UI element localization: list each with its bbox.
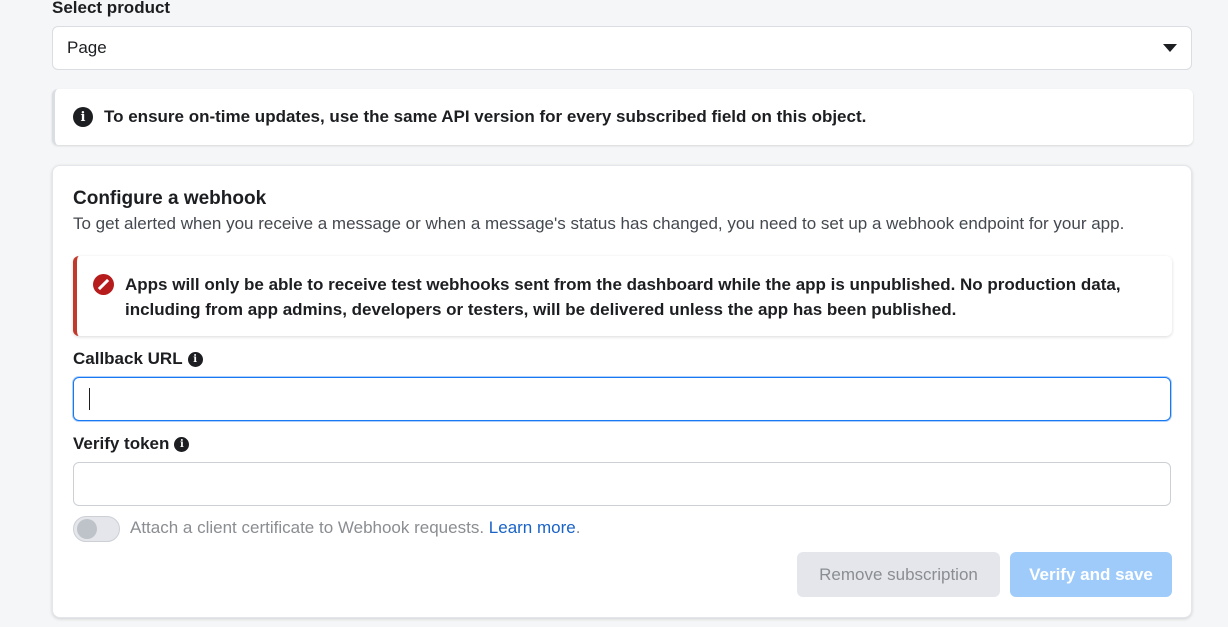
select-product-label: Select product	[52, 0, 171, 17]
verify-token-info-icon[interactable]: i	[174, 436, 190, 452]
blocked-icon	[93, 274, 114, 295]
callback-url-input[interactable]	[73, 377, 1171, 421]
verify-token-label-text: Verify token	[73, 434, 170, 453]
info-icon: i	[73, 107, 93, 127]
callback-url-info-icon[interactable]: i	[187, 351, 203, 367]
caret-down-icon	[1163, 44, 1177, 52]
verify-token-input[interactable]	[73, 462, 1171, 506]
toggle-knob	[77, 519, 97, 539]
callback-url-label-text: Callback URL	[73, 349, 183, 368]
verify-token-label: Verify token i	[73, 434, 190, 454]
certificate-suffix: .	[575, 518, 581, 537]
verify-and-save-button[interactable]: Verify and save	[1010, 552, 1172, 597]
certificate-toggle-label: Attach a client certificate to Webhook r…	[130, 518, 580, 538]
remove-subscription-button[interactable]: Remove subscription	[797, 552, 1000, 597]
learn-more-link[interactable]: Learn more	[489, 518, 576, 537]
callback-url-label: Callback URL i	[73, 349, 203, 369]
warning-text: Apps will only be able to receive test w…	[125, 275, 1121, 319]
card-title: Configure a webhook	[73, 188, 267, 209]
client-certificate-toggle[interactable]	[73, 516, 120, 542]
api-version-info-banner: i To ensure on-time updates, use the sam…	[52, 89, 1193, 145]
certificate-text: Attach a client certificate to Webhook r…	[130, 518, 485, 537]
product-select[interactable]: Page	[52, 26, 1192, 70]
card-description: To get alerted when you receive a messag…	[73, 214, 1125, 233]
info-banner-text: To ensure on-time updates, use the same …	[104, 107, 867, 126]
product-select-value: Page	[67, 38, 107, 57]
unpublished-warning-banner: Apps will only be able to receive test w…	[73, 256, 1172, 336]
webhook-config-card: Configure a webhook To get alerted when …	[52, 165, 1192, 618]
text-cursor	[89, 388, 90, 410]
